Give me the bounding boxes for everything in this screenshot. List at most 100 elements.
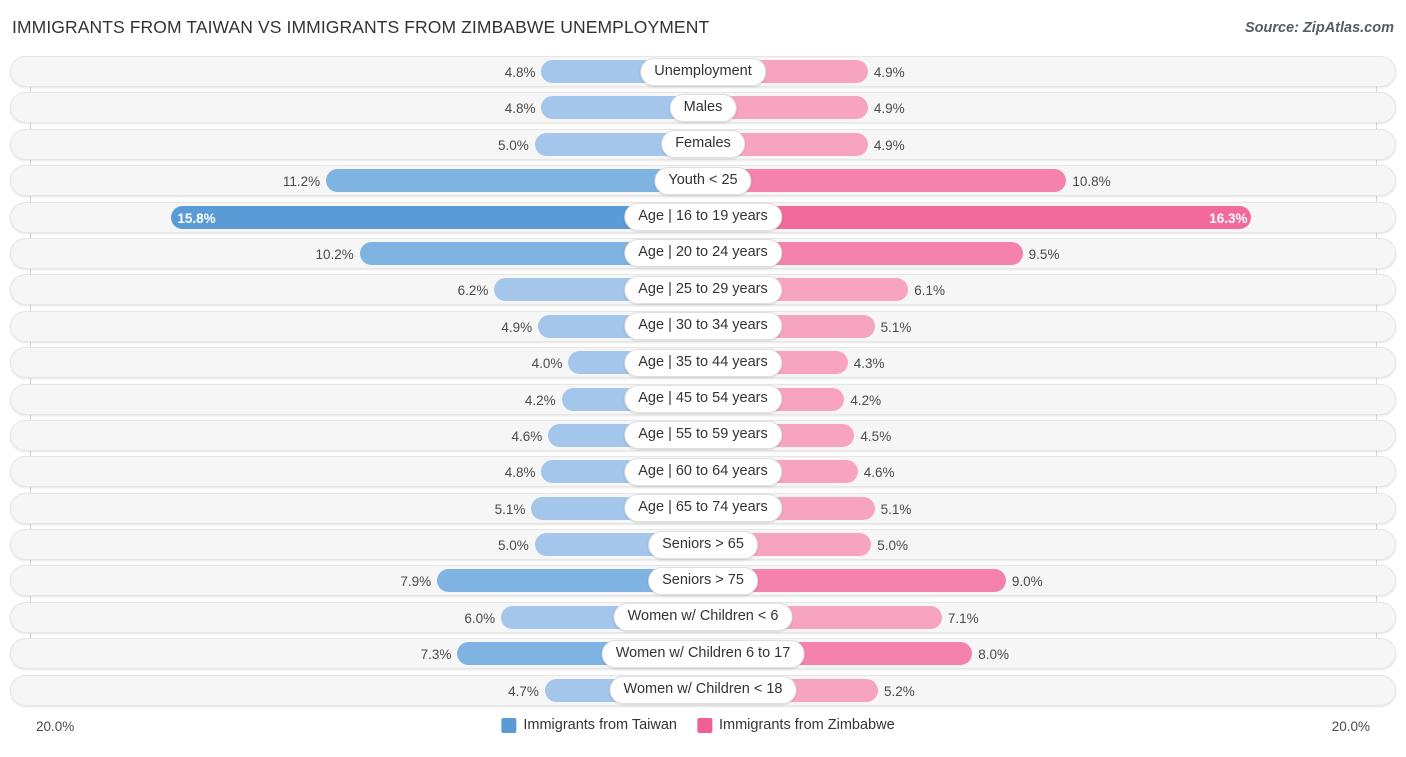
table-row[interactable]: 7.9% 9.0% Seniors > 75 xyxy=(10,565,1396,597)
row-right-half: 4.6% xyxy=(703,457,1395,486)
bar-rows-container: 4.8% 4.9% Unemployment 4.8% 4.9% Males 5.0% 4.9… xyxy=(10,56,1396,706)
chart-header: IMMIGRANTS FROM TAIWAN VS IMMIGRANTS FRO… xyxy=(0,0,1406,56)
category-label: Women w/ Children 6 to 17 xyxy=(601,639,805,668)
bar-value-zimbabwe: 10.8% xyxy=(1072,174,1111,190)
table-row[interactable]: 4.0% 4.3% Age | 35 to 44 years xyxy=(10,347,1396,379)
table-row[interactable]: 6.0% 7.1% Women w/ Children < 6 xyxy=(10,601,1396,633)
table-row[interactable]: 4.6% 4.5% Age | 55 to 59 years xyxy=(10,419,1396,451)
table-row[interactable]: 6.2% 6.1% Age | 25 to 29 years xyxy=(10,274,1396,306)
table-row[interactable]: 4.8% 4.9% Unemployment xyxy=(10,56,1396,87)
table-row[interactable]: 4.7% 5.2% Women w/ Children < 18 xyxy=(10,674,1396,706)
row-left-half: 11.2% xyxy=(11,166,703,195)
bar-value-taiwan: 5.1% xyxy=(494,501,526,517)
bar-value-zimbabwe: 4.9% xyxy=(873,65,905,80)
table-row[interactable]: 7.3% 8.0% Women w/ Children 6 to 17 xyxy=(10,638,1396,670)
row-left-half: 5.0% xyxy=(11,130,703,159)
table-row[interactable]: 4.8% 4.6% Age | 60 to 64 years xyxy=(10,456,1396,488)
bar-value-zimbabwe: 8.0% xyxy=(978,647,1009,663)
bar-value-zimbabwe: 7.1% xyxy=(947,610,979,626)
category-label: Age | 55 to 59 years xyxy=(624,421,782,450)
chart-plot-area: 4.8% 4.9% Unemployment 4.8% 4.9% Males 5.0% 4.9… xyxy=(10,56,1396,711)
page-title: IMMIGRANTS FROM TAIWAN VS IMMIGRANTS FRO… xyxy=(12,17,710,37)
category-label: Males xyxy=(669,93,737,122)
bar-value-zimbabwe: 9.0% xyxy=(1011,574,1043,590)
table-row[interactable]: 5.0% 4.9% Females xyxy=(10,128,1396,160)
bar-value-taiwan: 6.2% xyxy=(457,283,489,299)
row-right-half: 4.9% xyxy=(703,93,1395,122)
bar-value-taiwan: 5.0% xyxy=(497,538,529,554)
category-label: Females xyxy=(661,130,745,159)
table-row[interactable]: 15.8% 16.3% Age | 16 to 19 years xyxy=(10,201,1396,233)
row-right-half: 9.0% xyxy=(703,566,1395,595)
category-label: Age | 16 to 19 years xyxy=(624,203,782,232)
category-label: Youth < 25 xyxy=(654,166,752,195)
row-right-half: 4.9% xyxy=(703,57,1395,86)
bar-value-taiwan: 4.9% xyxy=(501,319,533,335)
category-label: Age | 30 to 34 years xyxy=(624,312,782,341)
row-left-half: 7.3% xyxy=(11,639,703,668)
row-left-half: 15.8% xyxy=(11,203,703,232)
bar-value-zimbabwe: 16.3% xyxy=(1209,210,1248,226)
category-label: Age | 35 to 44 years xyxy=(624,348,782,377)
axis-max-right: 20.0% xyxy=(1331,719,1370,734)
bar-zimbabwe[interactable] xyxy=(703,205,1252,229)
bar-value-zimbabwe: 5.1% xyxy=(880,501,912,517)
bar-zimbabwe[interactable] xyxy=(703,169,1067,193)
bar-value-taiwan: 4.2% xyxy=(524,392,556,408)
table-row[interactable]: 11.2% 10.8% Youth < 25 xyxy=(10,165,1396,197)
table-row[interactable]: 4.2% 4.2% Age | 45 to 54 years xyxy=(10,383,1396,415)
row-left-half: 10.2% xyxy=(11,239,703,268)
row-left-half: 5.1% xyxy=(11,494,703,523)
bar-value-zimbabwe: 4.9% xyxy=(873,101,905,117)
row-right-half: 4.3% xyxy=(703,348,1395,377)
category-label: Seniors > 65 xyxy=(648,530,758,559)
bar-value-taiwan: 5.0% xyxy=(497,137,529,153)
bar-value-zimbabwe: 4.3% xyxy=(853,356,885,372)
bar-taiwan[interactable] xyxy=(326,169,703,193)
legend-label: Immigrants from Taiwan xyxy=(523,717,677,733)
row-left-half: 4.8% xyxy=(11,57,703,86)
bar-value-taiwan: 7.3% xyxy=(420,647,452,663)
bar-value-taiwan: 11.2% xyxy=(282,174,321,190)
legend-item[interactable]: Immigrants from Taiwan xyxy=(501,717,677,733)
bar-value-zimbabwe: 5.0% xyxy=(877,538,909,554)
row-left-half: 4.8% xyxy=(11,457,703,486)
category-label: Women w/ Children < 6 xyxy=(613,603,793,632)
table-row[interactable]: 4.8% 4.9% Males xyxy=(10,92,1396,124)
row-right-half: 5.1% xyxy=(703,312,1395,341)
bar-value-zimbabwe: 4.6% xyxy=(863,465,895,481)
category-label: Age | 60 to 64 years xyxy=(624,457,782,486)
table-row[interactable]: 5.1% 5.1% Age | 65 to 74 years xyxy=(10,492,1396,524)
legend-swatch-icon xyxy=(501,717,517,733)
bar-value-taiwan: 15.8% xyxy=(177,210,216,226)
row-left-half: 4.2% xyxy=(11,385,703,414)
bar-value-taiwan: 10.2% xyxy=(315,246,354,262)
table-row[interactable]: 10.2% 9.5% Age | 20 to 24 years xyxy=(10,237,1396,269)
bar-value-zimbabwe: 6.1% xyxy=(914,283,946,299)
bar-value-taiwan: 4.0% xyxy=(531,356,563,372)
row-left-half: 4.9% xyxy=(11,312,703,341)
chart-footer: 20.0% 20.0% Immigrants from Taiwan Immigr… xyxy=(10,711,1396,749)
category-label: Women w/ Children < 18 xyxy=(609,676,797,705)
category-label: Unemployment xyxy=(640,57,766,86)
bar-value-zimbabwe: 5.2% xyxy=(883,683,915,699)
legend-swatch-icon xyxy=(696,717,712,733)
table-row[interactable]: 5.0% 5.0% Seniors > 65 xyxy=(10,529,1396,561)
category-label: Age | 45 to 54 years xyxy=(624,385,782,414)
bar-value-taiwan: 4.8% xyxy=(504,465,536,481)
row-right-half: 4.2% xyxy=(703,385,1395,414)
axis-max-left: 20.0% xyxy=(36,719,75,734)
row-right-half: 6.1% xyxy=(703,275,1395,304)
legend-label: Immigrants from Zimbabwe xyxy=(718,717,895,733)
row-left-half: 6.2% xyxy=(11,275,703,304)
bar-value-zimbabwe: 5.1% xyxy=(880,319,912,335)
bar-value-zimbabwe: 9.5% xyxy=(1028,246,1060,262)
row-right-half: 4.9% xyxy=(703,130,1395,159)
chart-legend: Immigrants from Taiwan Immigrants from Zi… xyxy=(501,717,904,733)
table-row[interactable]: 4.9% 5.1% Age | 30 to 34 years xyxy=(10,310,1396,342)
legend-item[interactable]: Immigrants from Zimbabwe xyxy=(696,717,895,733)
bar-value-taiwan: 4.7% xyxy=(508,683,539,699)
row-left-half: 4.8% xyxy=(11,93,703,122)
bar-value-taiwan: 4.8% xyxy=(504,101,536,117)
category-label: Age | 25 to 29 years xyxy=(624,275,782,304)
